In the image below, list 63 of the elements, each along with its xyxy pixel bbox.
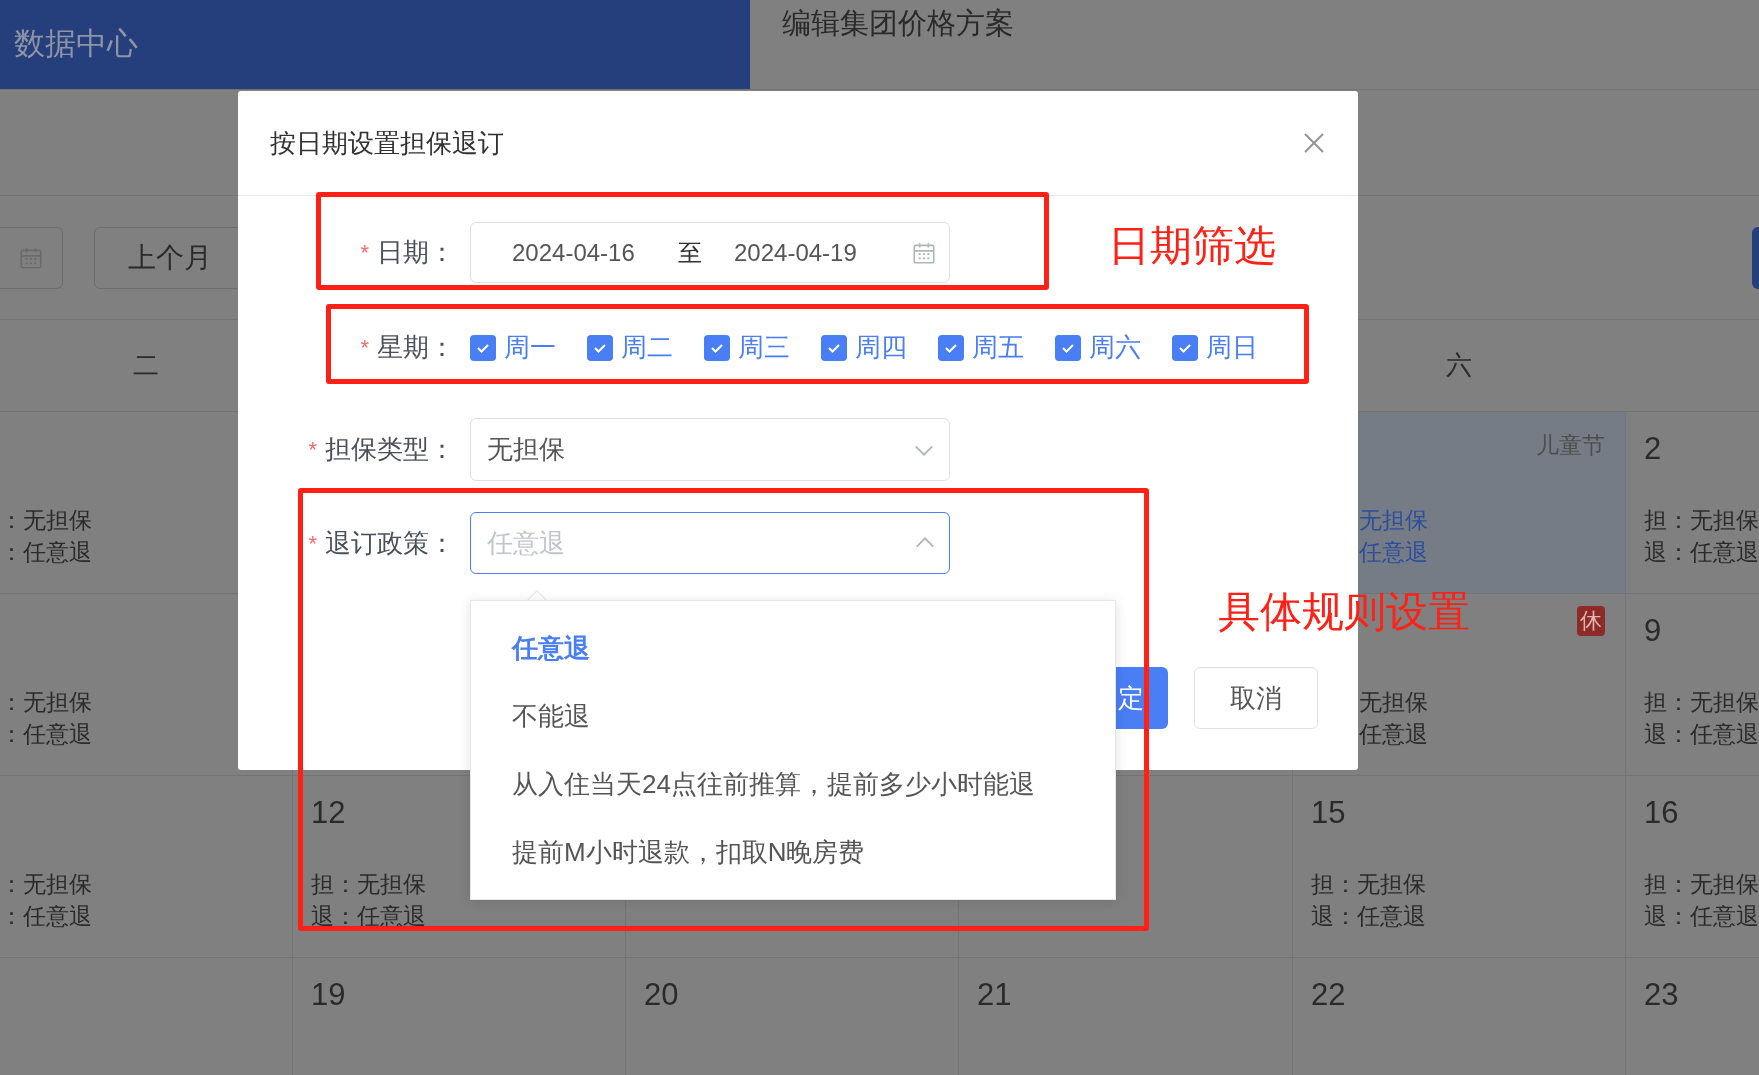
refund-text: ：任意退 — [0, 720, 92, 749]
refund-text: 退：任意退 — [1311, 902, 1426, 931]
guarantee-text: 担：无担保 — [1644, 688, 1759, 717]
form-label: 退订政策： — [325, 526, 455, 560]
holiday-badge: 休 — [1577, 606, 1605, 636]
day-number: 9 — [1644, 612, 1662, 650]
range-separator: 至 — [678, 237, 703, 268]
cancel-button[interactable]: 取消 — [1194, 667, 1318, 729]
guarantee-text: 无担保 — [1359, 688, 1428, 717]
day-number: 22 — [1311, 976, 1346, 1014]
guarantee-text: 担：无担保 — [1644, 506, 1759, 535]
required-asterisk: * — [308, 529, 317, 558]
required-asterisk: * — [360, 239, 369, 267]
refund-text: 任意退 — [1359, 538, 1428, 567]
holiday-label: 儿童节 — [1536, 431, 1605, 460]
guarantee-text: ：无担保 — [0, 688, 92, 717]
dropdown-option[interactable]: 从入住当天24点往前推算，提前多少小时能退 — [471, 750, 1115, 818]
day-number: 23 — [1644, 976, 1679, 1014]
weekday-checkbox[interactable]: 周日 — [1172, 328, 1258, 367]
form-label: 日期： — [377, 236, 455, 269]
refund-text: 任意退 — [1359, 720, 1428, 749]
refund-text: 退：任意退 — [1644, 720, 1759, 749]
guarantee-text: 担：无担保 — [311, 870, 426, 899]
guarantee-text: 担：无担保 — [1644, 870, 1759, 899]
required-asterisk: * — [360, 334, 369, 362]
weekday-checkbox[interactable]: 周六 — [1055, 328, 1141, 367]
toolbar-button[interactable] — [1752, 227, 1759, 289]
day-number: 21 — [977, 976, 1012, 1014]
guarantee-text: 担：无担保 — [1311, 870, 1426, 899]
weekday-header: 六 — [1445, 349, 1472, 382]
dropdown-option[interactable]: 提前M小时退款，扣取N晚房费 — [471, 818, 1115, 886]
weekday-header: 二 — [133, 349, 159, 382]
dialog-title: 按日期设置担保退订 — [270, 126, 504, 160]
guarantee-type-select[interactable]: 无担保 — [470, 418, 950, 481]
weekday-checkbox[interactable]: 周三 — [704, 328, 790, 367]
guarantee-text: ：无担保 — [0, 506, 92, 535]
page-title: 编辑集团价格方案 — [782, 7, 1014, 39]
required-asterisk: * — [308, 436, 317, 464]
form-label: 星期： — [377, 331, 455, 364]
weekday-checkbox[interactable]: 周五 — [938, 328, 1024, 367]
app-title: 数据中心 — [14, 25, 138, 64]
weekday-checkbox[interactable]: 周一 — [470, 328, 556, 367]
day-number: 2 — [1644, 430, 1662, 468]
form-label: 担保类型： — [325, 433, 455, 466]
close-button[interactable] — [1302, 131, 1326, 155]
guarantee-text: 无担保 — [1359, 506, 1428, 535]
weekday-checkbox[interactable]: 周四 — [821, 328, 907, 367]
annotation-label: 日期筛选 — [1108, 221, 1276, 271]
refund-text: ：任意退 — [0, 902, 92, 931]
start-date: 2024-04-16 — [512, 237, 636, 268]
end-date: 2024-04-19 — [734, 237, 858, 268]
day-number: 15 — [1311, 794, 1346, 832]
refund-text: 退：任意退 — [1644, 538, 1759, 567]
refund-text: 退：任意退 — [1644, 902, 1759, 931]
weekday-checkbox[interactable]: 周二 — [587, 328, 673, 367]
day-number: 12 — [311, 794, 346, 832]
day-number: 16 — [1644, 794, 1679, 832]
refund-text: ：任意退 — [0, 538, 92, 567]
guarantee-text: ：无担保 — [0, 870, 92, 899]
refund-policy-select[interactable]: 任意退 — [470, 512, 950, 574]
day-number: 20 — [644, 976, 679, 1014]
date-range-field[interactable]: 2024-04-16 至 2024-04-19 — [470, 222, 950, 283]
day-number: 19 — [311, 976, 346, 1014]
